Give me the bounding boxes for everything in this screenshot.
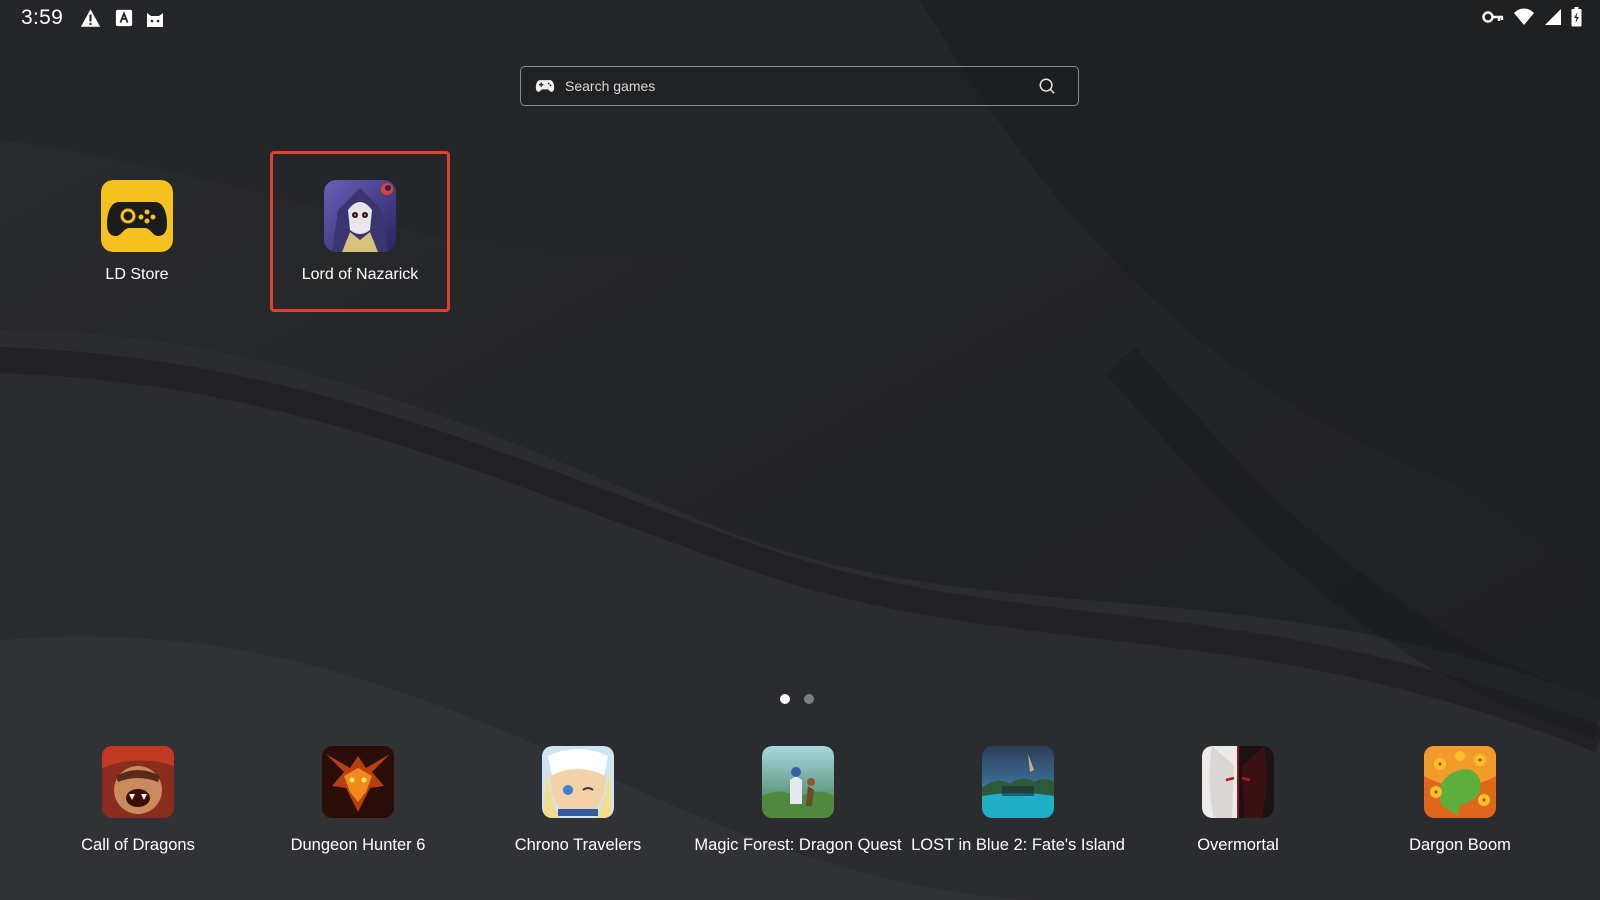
status-icons	[1482, 7, 1582, 27]
lost-in-blue-2-icon	[982, 746, 1054, 818]
ld-store-icon	[101, 180, 173, 252]
cat-icon	[147, 13, 163, 27]
app-label: Call of Dragons	[81, 836, 195, 854]
search-bar[interactable]	[520, 66, 1079, 106]
clock: 3:59	[21, 6, 64, 29]
search-icon[interactable]	[1038, 77, 1056, 95]
app-dargon-boom[interactable]: Dargon Boom	[1350, 746, 1570, 855]
signal-icon	[1545, 9, 1561, 25]
app-label: LOST in Blue 2: Fate's Island	[911, 836, 1125, 854]
app-label: Dungeon Hunter 6	[290, 836, 426, 854]
key-icon	[1482, 11, 1504, 23]
wifi-icon	[1514, 8, 1534, 25]
page-dot-2[interactable]	[804, 694, 814, 704]
call-of-dragons-icon	[102, 746, 174, 818]
app-magic-forest-dragon-quest[interactable]: Magic Forest: Dragon Quest	[688, 746, 908, 855]
warning-icon	[80, 9, 101, 27]
gamepad-icon	[535, 80, 555, 92]
a-box-icon	[115, 9, 133, 27]
app-ld-store[interactable]: LD Store	[47, 180, 227, 284]
app-label: Dargon Boom	[1409, 836, 1511, 854]
app-label: Chrono Travelers	[514, 836, 642, 854]
app-lost-in-blue-2[interactable]: LOST in Blue 2: Fate's Island	[908, 746, 1128, 855]
page-dot-1[interactable]	[780, 694, 790, 704]
status-bar: 3:59	[0, 0, 1600, 36]
search-input[interactable]	[563, 70, 1038, 102]
dungeon-hunter-6-icon	[322, 746, 394, 818]
overmortal-icon	[1202, 746, 1274, 818]
magic-forest-dragon-quest-icon	[762, 746, 834, 818]
battery-icon	[1571, 7, 1582, 27]
chrono-travelers-icon	[542, 746, 614, 818]
app-overmortal[interactable]: Overmortal	[1128, 746, 1348, 855]
app-call-of-dragons[interactable]: Call of Dragons	[28, 746, 248, 855]
app-dungeon-hunter-6[interactable]: Dungeon Hunter 6	[248, 746, 468, 855]
app-label: LD Store	[105, 266, 169, 283]
dargon-boom-icon	[1424, 746, 1496, 818]
app-label: Magic Forest: Dragon Quest	[694, 836, 902, 854]
app-chrono-travelers[interactable]: Chrono Travelers	[468, 746, 688, 855]
page-indicator	[780, 694, 814, 704]
selection-highlight	[270, 151, 450, 312]
app-label: Overmortal	[1197, 836, 1279, 854]
